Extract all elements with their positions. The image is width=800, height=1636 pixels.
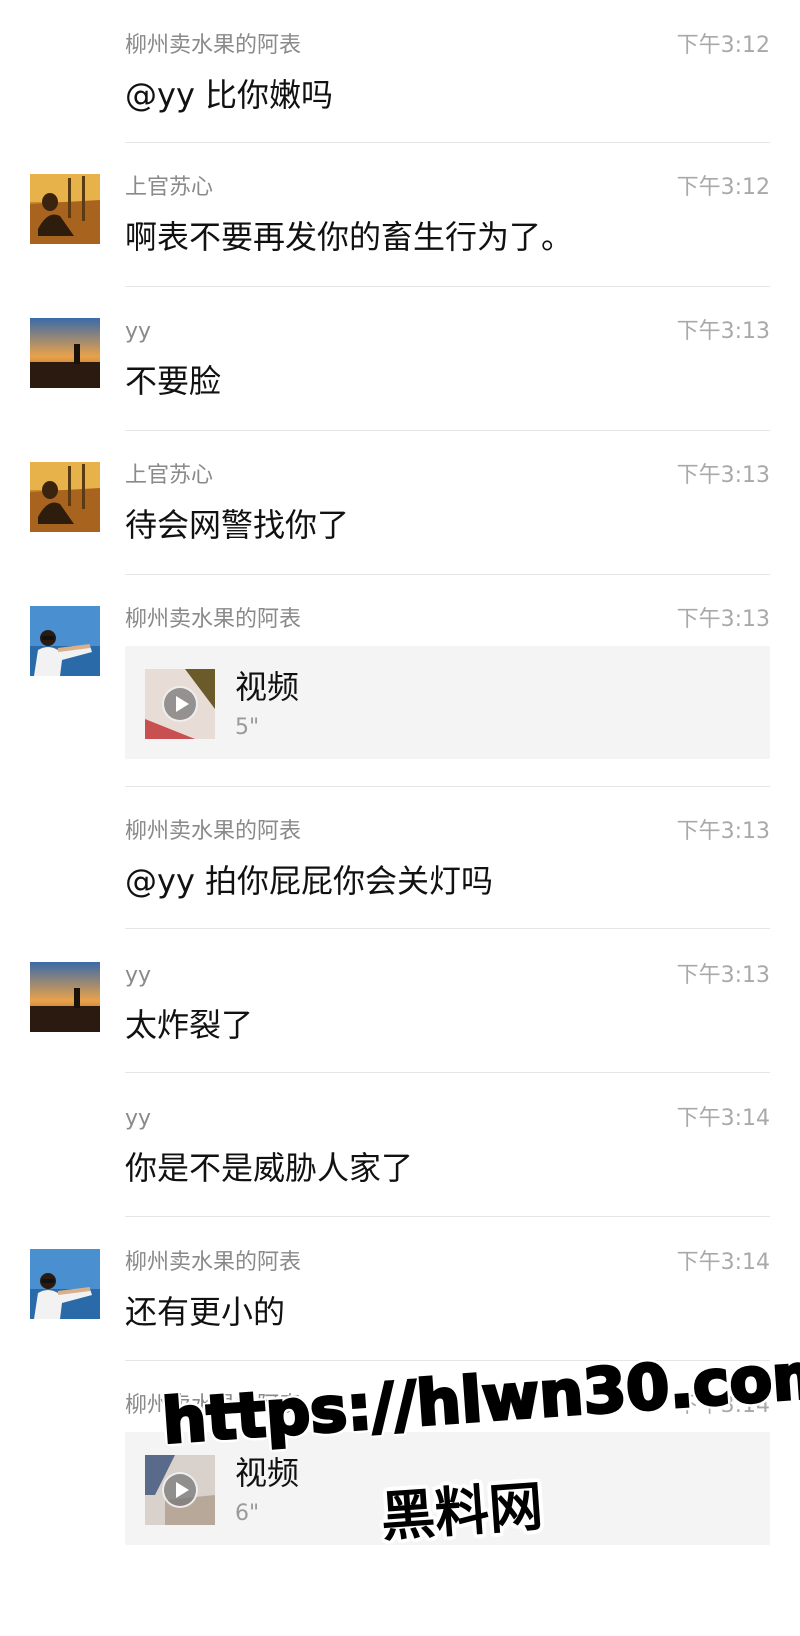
message-time: 下午3:13 <box>676 319 770 344</box>
play-icon[interactable] <box>162 1472 198 1508</box>
avatar-sunset-field[interactable] <box>30 174 100 244</box>
message-time: 下午3:14 <box>676 1393 770 1418</box>
message-time: 下午3:13 <box>676 607 770 632</box>
divider <box>125 1216 770 1217</box>
sender-name[interactable]: 柳州卖水果的阿表 <box>125 1392 301 1420</box>
video-label: 视频 <box>235 1454 300 1492</box>
avatar-person-sea[interactable] <box>30 1249 100 1319</box>
avatar-dusk-landscape[interactable] <box>30 318 100 388</box>
message-text[interactable]: 你是不是威胁人家了 <box>125 1147 413 1189</box>
divider <box>125 1360 770 1361</box>
message-text[interactable]: 待会网警找你了 <box>125 504 349 546</box>
message-text[interactable]: 太炸裂了 <box>125 1004 253 1046</box>
message-text[interactable]: 啊表不要再发你的畜生行为了。 <box>125 216 573 258</box>
sender-name[interactable]: yy <box>125 1105 151 1133</box>
sender-name[interactable]: 柳州卖水果的阿表 <box>125 1249 301 1277</box>
video-duration: 5" <box>235 715 260 740</box>
divider <box>125 1072 770 1073</box>
divider <box>125 574 770 575</box>
avatar-dusk-landscape[interactable] <box>30 962 100 1032</box>
message-text[interactable]: @yy 比你嫩吗 <box>125 74 333 116</box>
sender-name[interactable]: yy <box>125 318 151 346</box>
video-card[interactable]: 视频 6" <box>125 1432 770 1545</box>
video-card[interactable]: 视频 5" <box>125 646 770 759</box>
video-thumbnail[interactable] <box>145 1455 215 1525</box>
avatar-sunset-field[interactable] <box>30 462 100 532</box>
message-time: 下午3:13 <box>676 963 770 988</box>
chat-page: 柳州卖水果的阿表 下午3:12 @yy 比你嫩吗 上官苏心 下午3:12 啊表不… <box>0 0 800 1636</box>
message-text[interactable]: @yy 拍你屁屁你会关灯吗 <box>125 860 493 902</box>
sender-name[interactable]: yy <box>125 962 151 990</box>
video-thumbnail[interactable] <box>145 669 215 739</box>
play-icon[interactable] <box>162 686 198 722</box>
sender-name[interactable]: 柳州卖水果的阿表 <box>125 606 301 634</box>
video-label: 视频 <box>235 668 300 706</box>
divider <box>125 142 770 143</box>
message-text[interactable]: 不要脸 <box>125 360 221 402</box>
sender-name[interactable]: 柳州卖水果的阿表 <box>125 32 301 60</box>
message-time: 下午3:12 <box>676 33 770 58</box>
message-time: 下午3:14 <box>676 1106 770 1131</box>
message-time: 下午3:13 <box>676 819 770 844</box>
video-duration: 6" <box>235 1501 260 1526</box>
sender-name[interactable]: 上官苏心 <box>125 174 213 202</box>
sender-name[interactable]: 上官苏心 <box>125 462 213 490</box>
divider <box>125 286 770 287</box>
message-time: 下午3:13 <box>676 463 770 488</box>
message-text[interactable]: 还有更小的 <box>125 1291 285 1333</box>
divider <box>125 430 770 431</box>
avatar-person-sea[interactable] <box>30 606 100 676</box>
message-time: 下午3:12 <box>676 175 770 200</box>
message-time: 下午3:14 <box>676 1250 770 1275</box>
divider <box>125 786 770 787</box>
divider <box>125 928 770 929</box>
sender-name[interactable]: 柳州卖水果的阿表 <box>125 818 301 846</box>
